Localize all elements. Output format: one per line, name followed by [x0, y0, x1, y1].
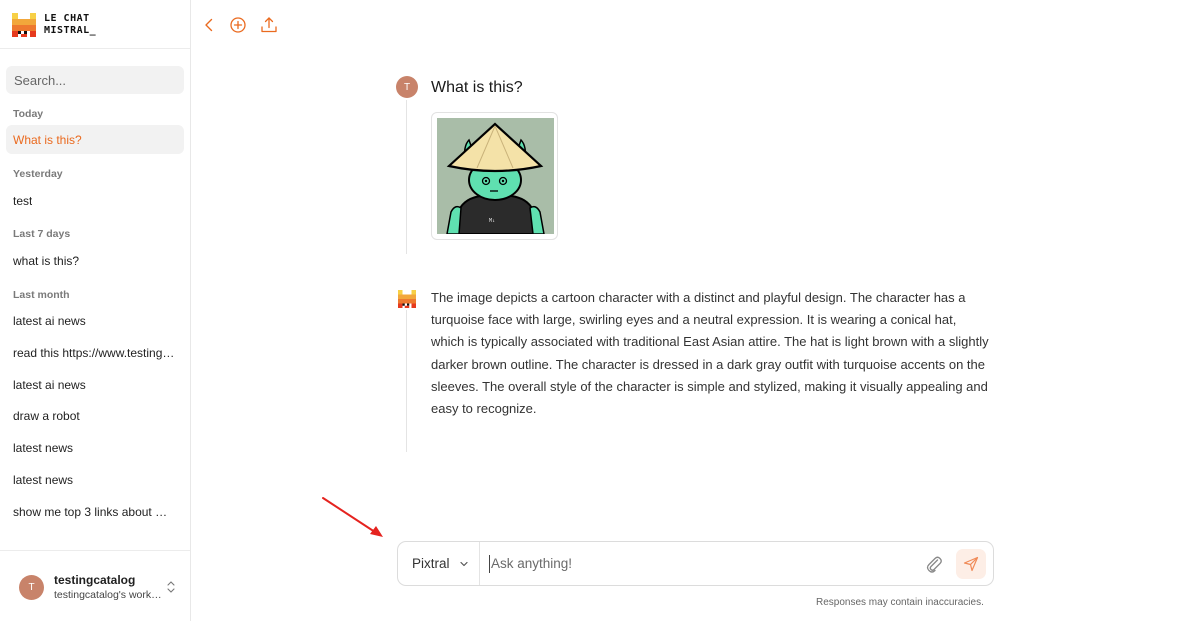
thread-line — [406, 310, 407, 452]
chat-item-latest-ai-news[interactable]: latest ai news — [6, 306, 184, 335]
user-menu[interactable]: T testingcatalog testingcatalog's worksp… — [19, 572, 179, 602]
chat-item-label: test — [13, 193, 33, 208]
chat-item-what-is-this-2[interactable]: what is this? — [6, 246, 184, 275]
search-input[interactable] — [14, 72, 190, 88]
assistant-message-text: The image depicts a cartoon character wi… — [431, 290, 989, 417]
share-upload-icon[interactable] — [260, 16, 278, 34]
sidebar-divider — [0, 48, 190, 49]
chevron-up-down-icon[interactable] — [166, 580, 176, 594]
send-button[interactable] — [956, 548, 986, 579]
annotation-arrow-icon — [322, 497, 383, 537]
brand-name: LE CHAT MISTRAL_ — [44, 13, 96, 37]
chat-item-show-me-top-3[interactable]: show me top 3 links about Mistral — [6, 497, 184, 526]
chat-item-label: what is this? — [13, 253, 80, 268]
user-message-avatar: T — [396, 76, 418, 98]
send-icon — [963, 556, 979, 571]
user-avatar: T — [19, 574, 44, 600]
assistant-mistral-logo-icon — [398, 290, 416, 308]
app-window: LE CHAT MISTRAL_ Today What is this? Yes… — [0, 0, 1200, 621]
attached-image[interactable]: M↓ — [431, 112, 558, 240]
mistral-logo-icon — [12, 13, 36, 37]
brand-line-1: LE CHAT — [44, 13, 90, 24]
section-title-yesterday: Yesterday — [13, 168, 63, 180]
disclaimer-text: Responses may contain inaccuracies. — [816, 597, 984, 608]
chat-item-label: show me top 3 links about Mistral — [13, 504, 177, 519]
prompt-input[interactable] — [489, 554, 924, 573]
model-selector-label: Pixtral — [412, 556, 450, 571]
section-title-last-7-days: Last 7 days — [13, 228, 71, 240]
chat-item-label: read this https://www.testingcatalog.com — [13, 345, 177, 360]
paperclip-icon[interactable] — [924, 554, 944, 574]
search-box[interactable] — [6, 66, 190, 94]
section-title-today: Today — [13, 108, 44, 120]
chat-item-test[interactable]: test — [6, 186, 184, 215]
sidebar: LE CHAT MISTRAL_ Today What is this? Yes… — [0, 0, 191, 621]
brand-line-2: MISTRAL_ — [44, 25, 97, 36]
chat-item-label: What is this? — [13, 132, 82, 147]
chat-item-label: latest news — [13, 440, 74, 455]
svg-text:M↓: M↓ — [489, 218, 495, 224]
composer: Pixtral — [397, 541, 994, 586]
chat-item-label: latest ai news — [13, 377, 86, 392]
chat-item-label: draw a robot — [13, 408, 80, 423]
chat-item-latest-ai-news-2[interactable]: latest ai news — [6, 370, 184, 399]
chevron-down-icon — [459, 561, 468, 566]
chat-item-draw-a-robot[interactable]: draw a robot — [6, 401, 184, 430]
user-info: testingcatalog testingcatalog's workspac… — [54, 573, 164, 602]
section-title-last-month: Last month — [13, 289, 70, 301]
chat-item-what-is-this[interactable]: What is this? — [6, 125, 184, 154]
chat-item-label: latest news — [13, 472, 74, 487]
brand[interactable]: LE CHAT MISTRAL_ — [12, 12, 96, 38]
chat-item-read-this[interactable]: read this https://www.testingcatalog.com — [6, 338, 184, 367]
chat-item-latest-news[interactable]: latest news — [6, 433, 184, 462]
user-divider — [0, 550, 190, 551]
plus-circle-icon[interactable] — [229, 16, 247, 34]
cartoon-character-image: M↓ — [437, 118, 554, 234]
user-workspace: testingcatalog's workspace — [54, 588, 164, 601]
thread-line — [406, 100, 407, 254]
chat-item-latest-news-2[interactable]: latest news — [6, 465, 184, 494]
chat-item-label: latest ai news — [13, 313, 86, 328]
model-selector[interactable]: Pixtral — [398, 542, 480, 585]
user-message-text: What is this? — [431, 79, 523, 96]
user-name: testingcatalog — [54, 572, 136, 587]
chevron-left-icon[interactable] — [200, 16, 218, 34]
